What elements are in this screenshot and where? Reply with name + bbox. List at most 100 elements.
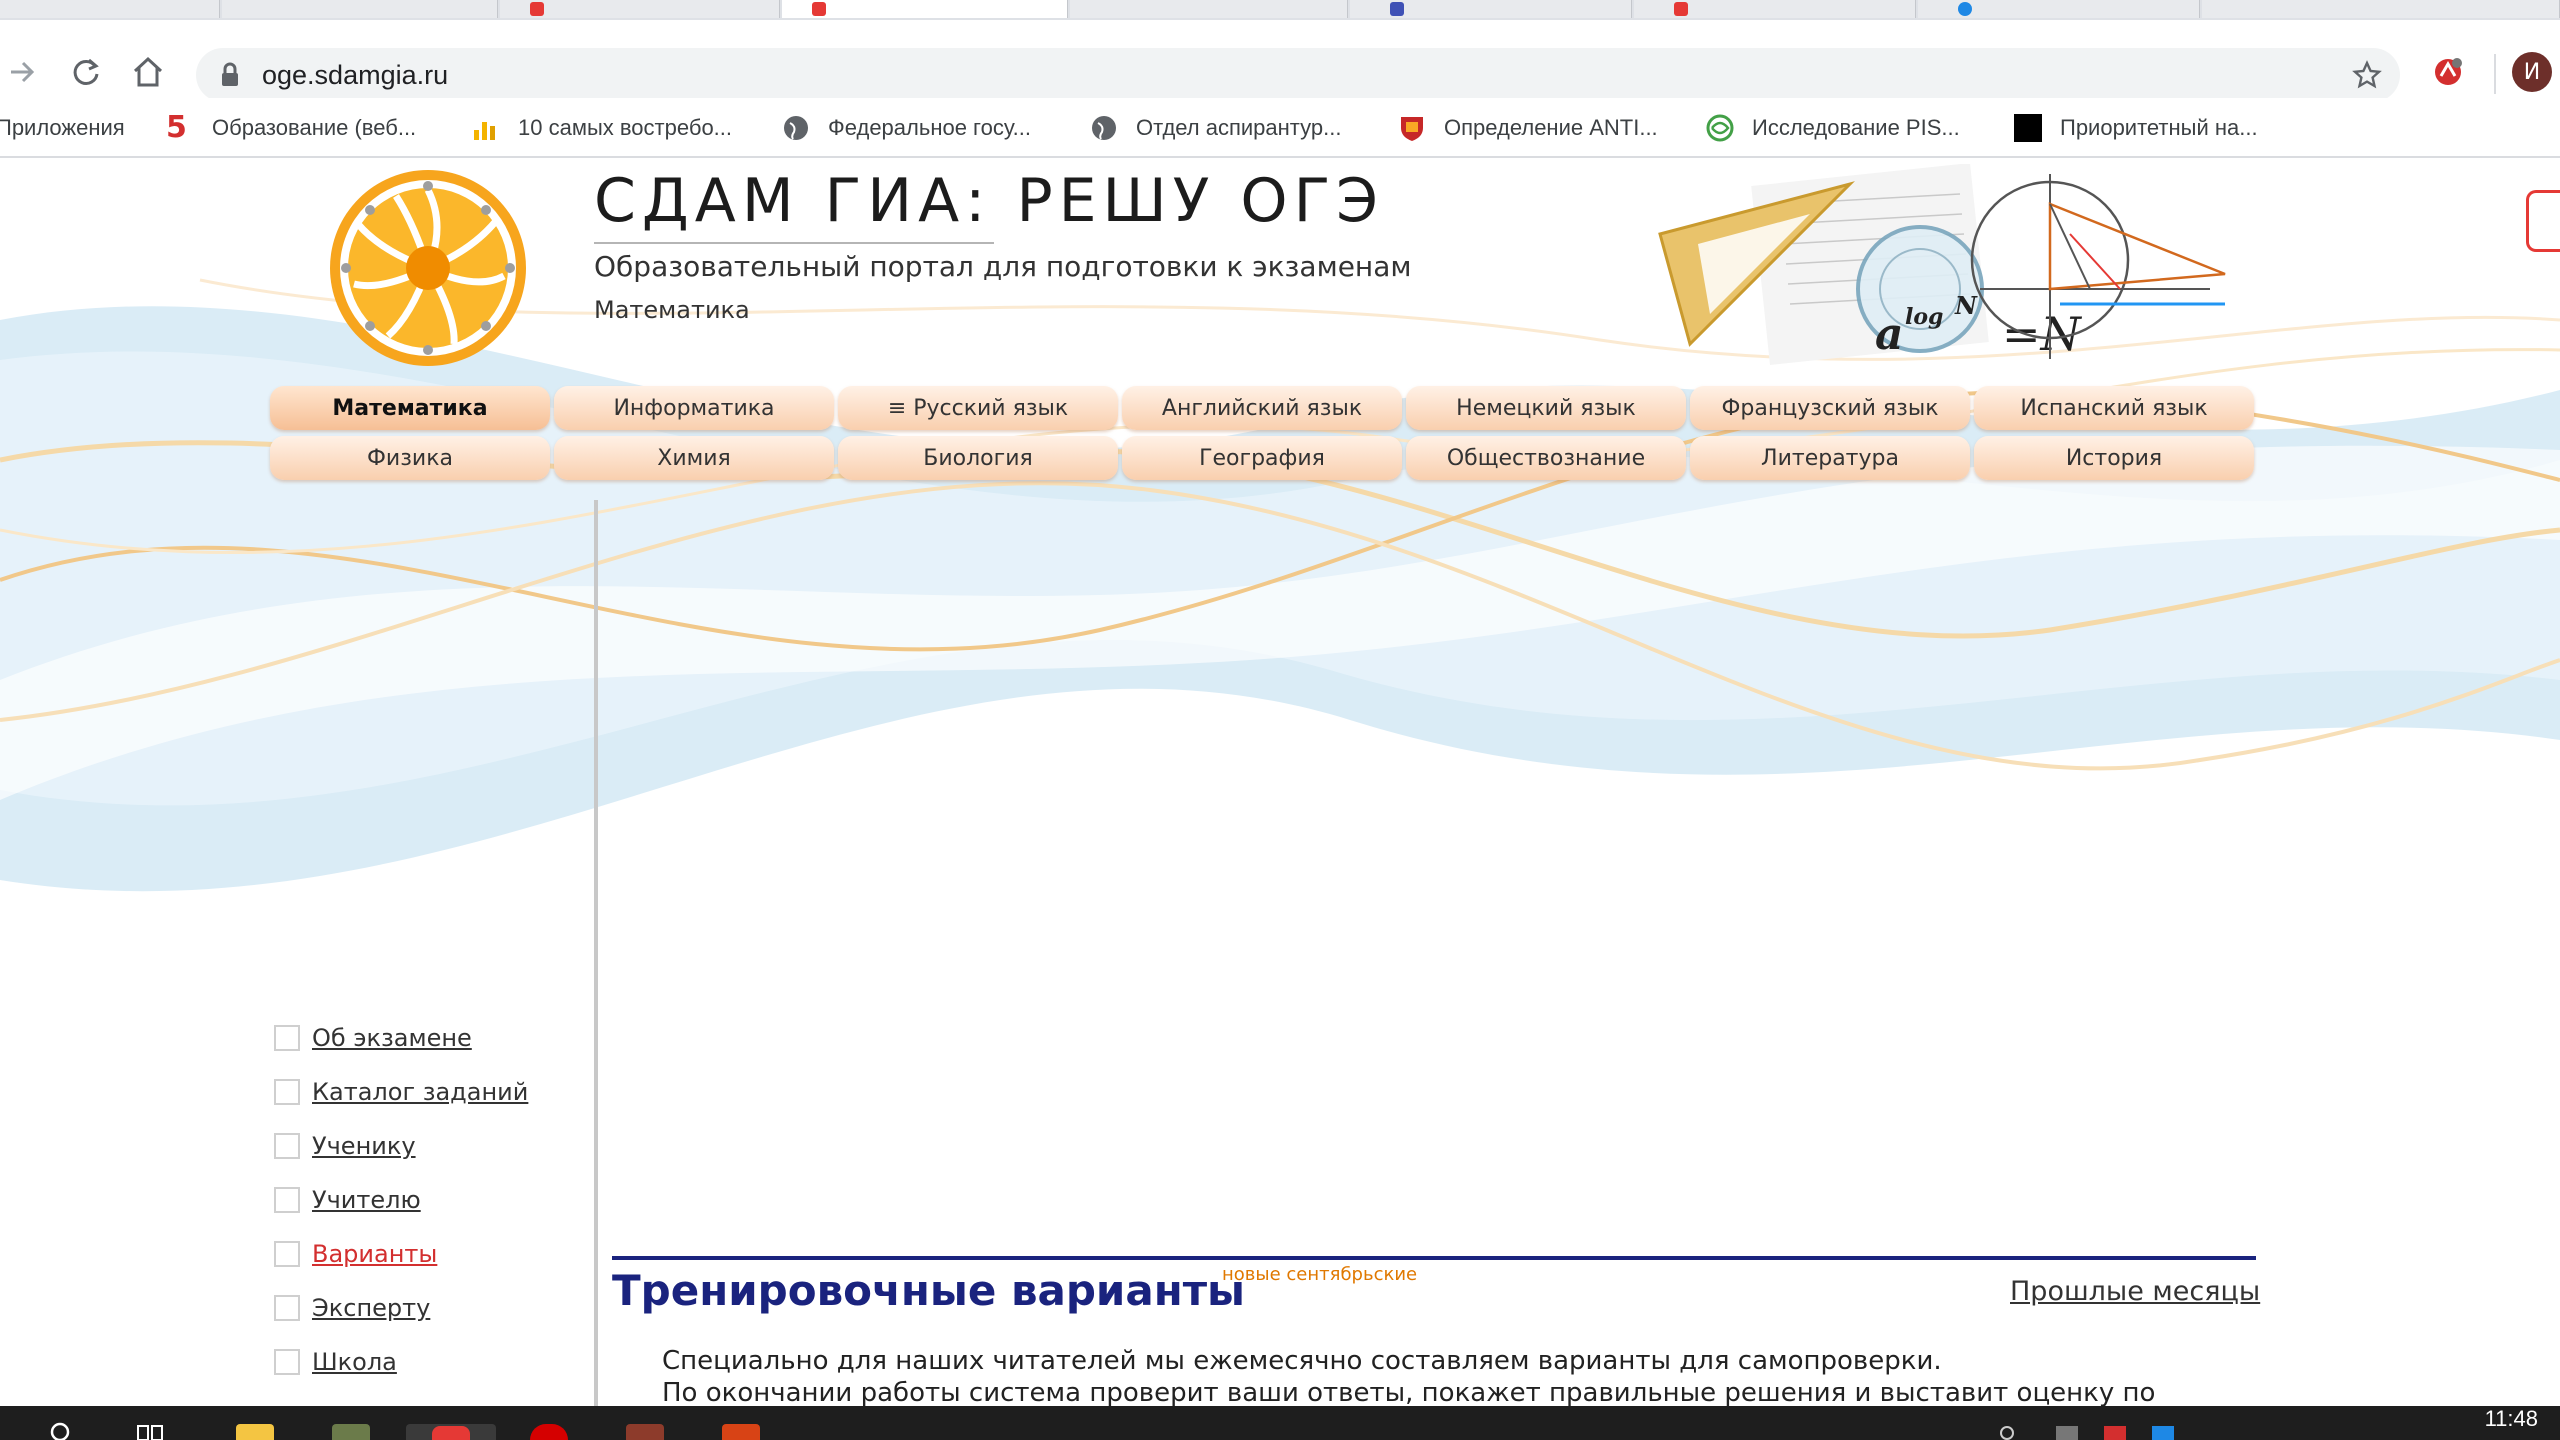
powerpoint-icon[interactable] — [722, 1424, 760, 1440]
bookmark-label: Образование (веб... — [212, 115, 417, 140]
menu-item-expert[interactable]: Эксперту — [274, 1290, 430, 1326]
browser-tab[interactable] — [2202, 0, 2560, 18]
site-title: СДАМ ГИА: РЕШУ ОГЭ — [594, 166, 1385, 236]
extension-button[interactable] — [2428, 52, 2468, 92]
menu-item-school[interactable]: Школа — [274, 1344, 397, 1380]
subject-tab-english[interactable]: Английский язык — [1122, 386, 1402, 430]
menu-checkbox[interactable] — [274, 1349, 300, 1375]
bookmark-item[interactable]: Определение ANTI... — [1398, 108, 1658, 148]
browser-tab[interactable] — [0, 0, 220, 18]
menu-item-about-exam[interactable]: Об экзамене — [274, 1020, 472, 1056]
bookmark-item[interactable]: Отдел аспирантур... — [1090, 108, 1341, 148]
title-underline — [594, 242, 994, 244]
home-icon — [133, 56, 163, 87]
subject-tab-russian[interactable]: ≡ Русский язык — [838, 386, 1118, 430]
menu-item-student[interactable]: Ученику — [274, 1128, 416, 1164]
intro-text: По окончании работы система проверит ваш… — [662, 1378, 2156, 1406]
bookmark-item[interactable]: Исследование PIS... — [1706, 108, 1960, 148]
menu-item-label[interactable]: Школа — [312, 1348, 397, 1376]
system-tray[interactable] — [2000, 1426, 2220, 1440]
forward-button[interactable] — [2, 52, 42, 92]
bookmark-item[interactable]: Федеральное госу... — [782, 108, 1031, 148]
sdamgia-sun-logo[interactable] — [326, 166, 530, 370]
toolbar-separator — [2494, 54, 2496, 94]
subject-tab-physics[interactable]: Физика — [270, 436, 550, 480]
subject-tab-chemistry[interactable]: Химия — [554, 436, 834, 480]
browser-tab-active[interactable] — [782, 0, 1068, 18]
arrow-forward-icon — [11, 61, 35, 83]
menu-item-task-catalog[interactable]: Каталог заданий — [274, 1074, 528, 1110]
bookmark-item[interactable]: Приоритетный на... — [2014, 108, 2258, 148]
menu-checkbox[interactable] — [274, 1079, 300, 1105]
url-text[interactable]: oge.sdamgia.ru — [262, 60, 448, 91]
home-button[interactable] — [128, 52, 168, 92]
menu-checkbox[interactable] — [274, 1025, 300, 1051]
browser-tab[interactable] — [1918, 0, 2200, 18]
menu-item-variants[interactable]: Варианты — [274, 1236, 437, 1272]
subject-tab-spanish[interactable]: Испанский язык — [1974, 386, 2254, 430]
bookmark-label: Приложения — [0, 115, 125, 140]
subject-tab-social-studies[interactable]: Обществознание — [1406, 436, 1686, 480]
subject-tab-history[interactable]: История — [1974, 436, 2254, 480]
menu-item-label[interactable]: Эксперту — [312, 1294, 430, 1322]
menu-item-label[interactable]: Ученику — [312, 1132, 416, 1160]
browser-tabstrip — [0, 0, 2560, 20]
bookmarks-bar: Приложения 5 Образование (веб... 10 самы… — [0, 98, 2560, 158]
profile-avatar[interactable]: И — [2512, 52, 2552, 92]
extension-icon — [2435, 58, 2462, 85]
browser-tab[interactable] — [500, 0, 780, 18]
menu-checkbox[interactable] — [274, 1133, 300, 1159]
menu-item-teacher[interactable]: Учителю — [274, 1182, 421, 1218]
shield-crest-icon — [1401, 117, 1423, 141]
tray-app-icon[interactable] — [2056, 1426, 2078, 1440]
tab-favicon-icon — [1958, 2, 1972, 16]
subject-tab-math[interactable]: Математика — [270, 386, 550, 430]
bookmark-star-icon[interactable] — [2352, 60, 2382, 90]
subject-tab-french[interactable]: Французский язык — [1690, 386, 1970, 430]
menu-item-label[interactable]: Варианты — [312, 1240, 437, 1268]
address-bar[interactable]: oge.sdamgia.ru — [196, 48, 2400, 102]
bookmark-item[interactable]: 5 Образование (веб... — [166, 108, 416, 148]
taskbar-clock[interactable]: 11:48 — [2485, 1406, 2538, 1432]
subject-tab-literature[interactable]: Литература — [1690, 436, 1970, 480]
tray-app-icon[interactable] — [2152, 1426, 2174, 1440]
search-icon[interactable] — [48, 1420, 72, 1440]
subject-tab-geography[interactable]: География — [1122, 436, 1402, 480]
svg-text:log: log — [1905, 304, 1943, 330]
windows-taskbar: 11:48 — [0, 1406, 2560, 1440]
menu-item-label[interactable]: Учителю — [312, 1186, 421, 1214]
feedback-tab[interactable] — [2526, 190, 2560, 252]
bookmark-item[interactable]: 10 самых востребо... — [472, 108, 732, 148]
subject-tab-german[interactable]: Немецкий язык — [1406, 386, 1686, 430]
subject-tab-informatics[interactable]: Информатика — [554, 386, 834, 430]
taskbar-app-icon[interactable] — [332, 1424, 370, 1440]
subject-tab-biology[interactable]: Биология — [838, 436, 1118, 480]
chart-icon — [474, 122, 495, 140]
bookmark-label: Исследование PIS... — [1752, 115, 1960, 140]
task-view-icon[interactable] — [136, 1420, 166, 1440]
svg-text:a: a — [1875, 309, 1904, 360]
tab-favicon-icon — [812, 2, 826, 16]
user-icon[interactable] — [2000, 1426, 2014, 1440]
menu-item-label[interactable]: Каталог заданий — [312, 1078, 528, 1106]
menu-checkbox[interactable] — [274, 1187, 300, 1213]
menu-checkbox[interactable] — [274, 1295, 300, 1321]
chrome-icon — [432, 1426, 470, 1440]
browser-tab[interactable] — [222, 0, 498, 18]
menu-checkbox[interactable] — [274, 1241, 300, 1267]
taskbar-app-icon[interactable] — [626, 1424, 664, 1440]
browser-tab[interactable] — [1070, 0, 1348, 18]
reload-button[interactable] — [66, 52, 106, 92]
section-heading: Тренировочные варианты — [612, 1266, 1246, 1315]
lock-icon — [222, 62, 238, 86]
past-months-link[interactable]: Прошлые месяцы — [2010, 1276, 2260, 1307]
tray-app-icon[interactable] — [2104, 1426, 2126, 1440]
menu-item-label[interactable]: Об экзамене — [312, 1024, 472, 1052]
opera-icon[interactable] — [530, 1424, 568, 1440]
taskbar-app-active[interactable] — [406, 1424, 496, 1440]
file-explorer-icon[interactable] — [236, 1424, 274, 1440]
green-swirl-icon — [1706, 114, 1734, 142]
browser-tab[interactable] — [1634, 0, 1916, 18]
bookmark-apps[interactable]: Приложения — [0, 108, 125, 148]
browser-tab[interactable] — [1350, 0, 1632, 18]
